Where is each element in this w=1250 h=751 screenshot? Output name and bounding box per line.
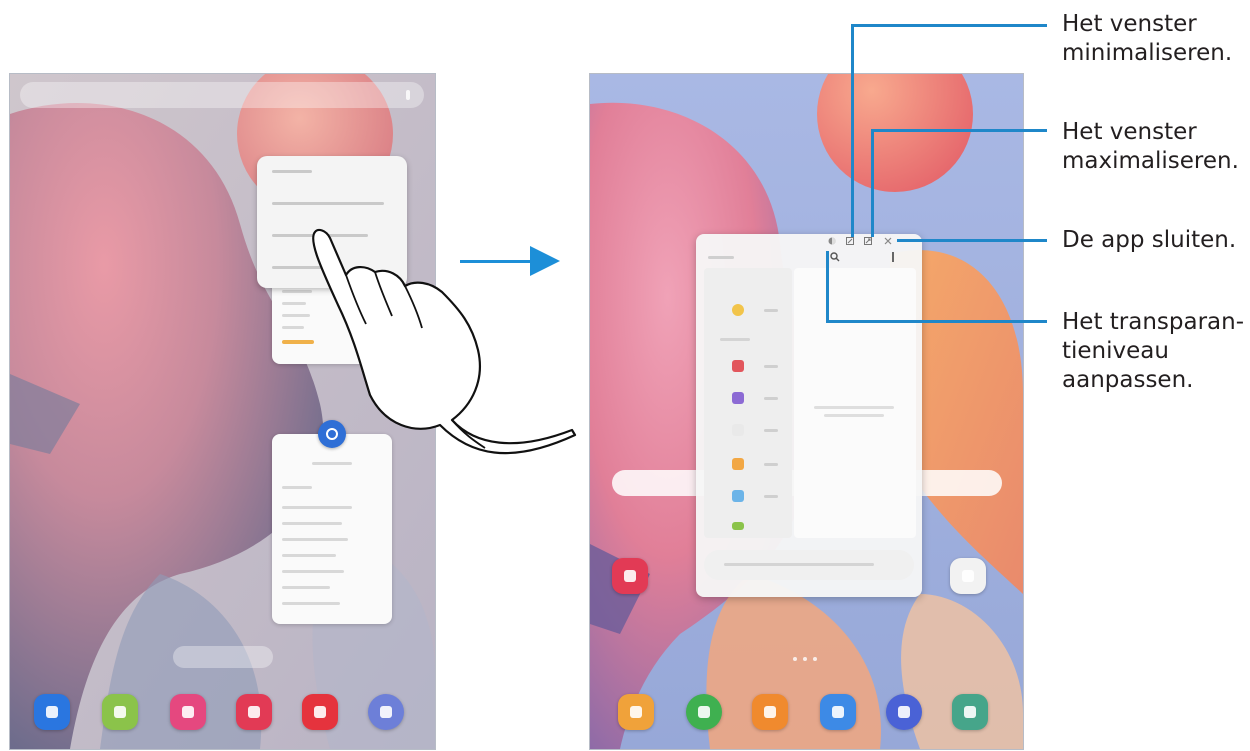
transparency-leader-horizontal: [826, 320, 1047, 323]
video-app-icon[interactable]: [34, 694, 70, 730]
search-bar[interactable]: [20, 82, 424, 108]
mic-icon[interactable]: [406, 90, 410, 100]
list-item-icon[interactable]: [732, 522, 744, 530]
search-icon[interactable]: [830, 252, 840, 262]
maximize-callout: Het venster maximaliseren.: [1062, 119, 1239, 174]
store-app-icon[interactable]: [170, 694, 206, 730]
bixby-app-icon[interactable]: [612, 558, 648, 594]
bixby-app-icon[interactable]: [236, 694, 272, 730]
close-icon[interactable]: [884, 237, 892, 245]
right-arrow-head: [530, 246, 560, 276]
folder-icon[interactable]: [950, 558, 986, 594]
transparency-icon[interactable]: [828, 237, 836, 245]
list-item-icon[interactable]: [732, 424, 744, 436]
list-item-icon[interactable]: [732, 490, 744, 502]
content-pane: [794, 268, 916, 538]
phone-app-icon[interactable]: [686, 694, 722, 730]
close-leader-horizontal: [897, 239, 1047, 242]
right-arrow-icon: [460, 260, 534, 263]
internet-app-icon[interactable]: [886, 694, 922, 730]
maximize-icon[interactable]: [864, 237, 872, 245]
contacts-app-icon[interactable]: [752, 694, 788, 730]
pop-up-window[interactable]: [696, 234, 922, 597]
camera-app-icon[interactable]: [302, 694, 338, 730]
view-all-button[interactable]: [173, 646, 273, 668]
pop-up-input-bar[interactable]: [704, 550, 914, 580]
transparency-leader-vertical: [826, 251, 829, 323]
calculator-app-icon[interactable]: [102, 694, 138, 730]
minimize-leader-horizontal: [851, 24, 1047, 27]
folder-app-icon[interactable]: [618, 694, 654, 730]
pop-up-controls: [696, 234, 922, 248]
close-callout: De app sluiten.: [1062, 227, 1237, 253]
right-dock: [590, 682, 1015, 742]
menu-item-app-info[interactable]: [272, 170, 312, 173]
maximize-leader-vertical: [871, 129, 874, 237]
right-tablet-screen: [589, 73, 1024, 750]
gallery-app-icon[interactable]: [952, 694, 988, 730]
page-indicator: [793, 657, 823, 661]
menu-item-split-screen[interactable]: [272, 202, 384, 205]
list-item-icon[interactable]: [732, 360, 744, 372]
minimize-leader-vertical: [851, 24, 854, 237]
list-item-icon[interactable]: [732, 392, 744, 404]
minimize-callout: Het venster minimaliseren.: [1062, 11, 1233, 66]
transparency-callout: Het transparan- tieniveau aanpassen.: [1062, 309, 1245, 393]
more-options-icon[interactable]: [892, 252, 894, 262]
sidebar-pane: [704, 268, 792, 538]
maximize-leader-horizontal: [871, 129, 1047, 132]
messages-app-icon[interactable]: [820, 694, 856, 730]
left-dock: [10, 682, 435, 742]
pop-up-title: [708, 256, 734, 259]
list-item-icon[interactable]: [732, 304, 744, 316]
list-item-icon[interactable]: [732, 458, 744, 470]
minimize-icon[interactable]: [846, 237, 854, 245]
internet-app-icon[interactable]: [368, 694, 404, 730]
